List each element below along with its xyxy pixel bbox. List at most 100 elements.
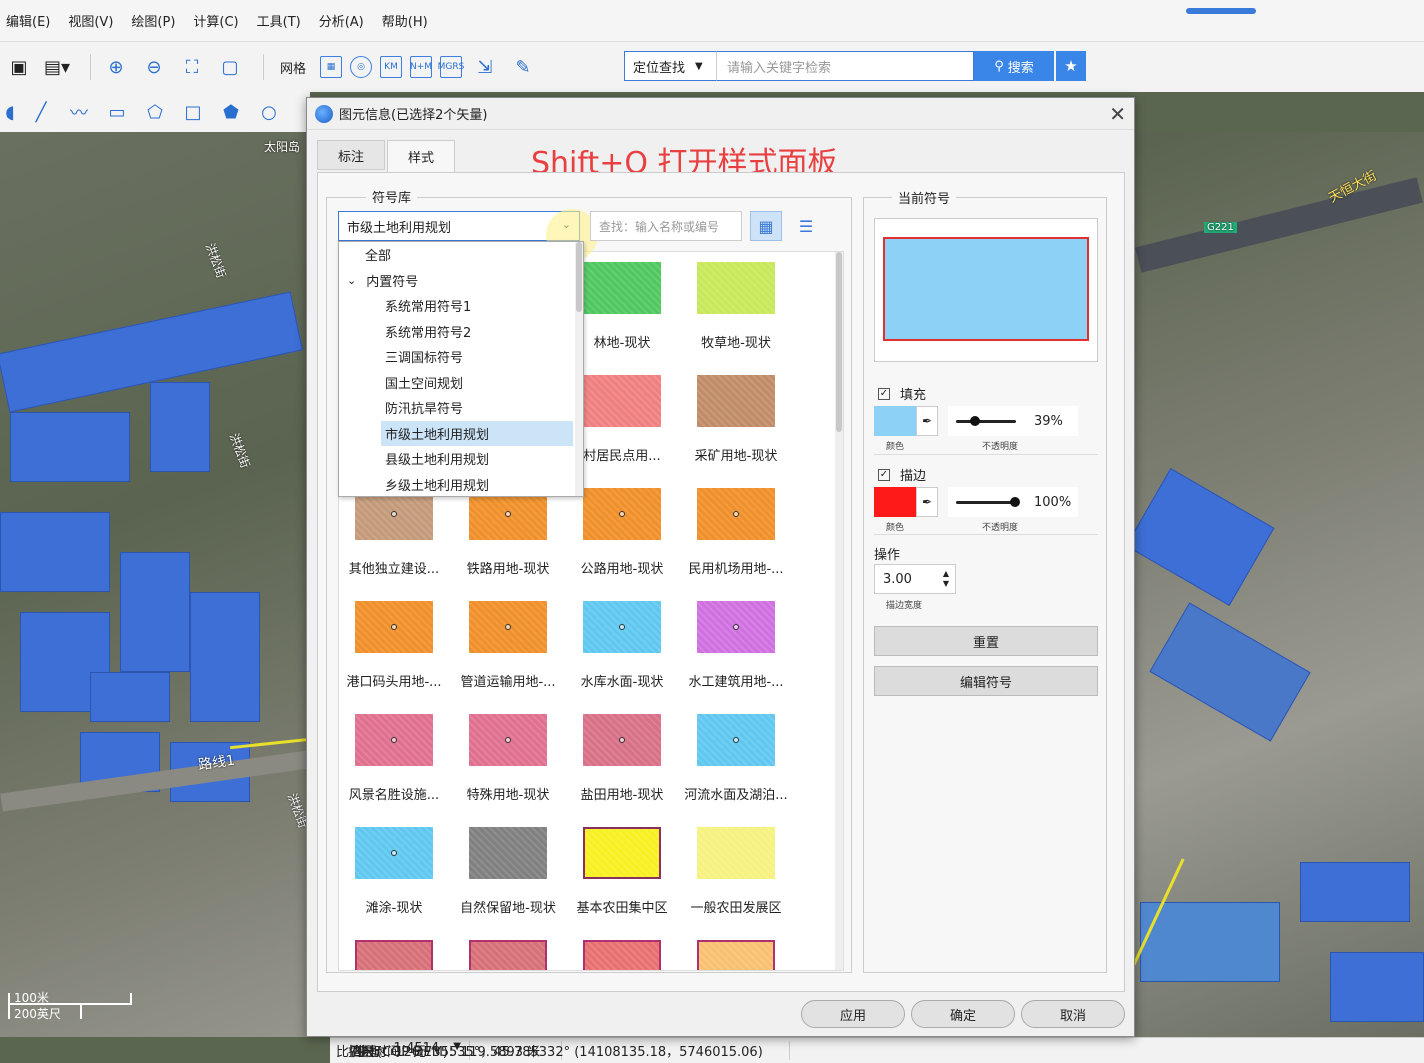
dropdown-scrollbar[interactable] bbox=[575, 242, 583, 496]
symbol-item[interactable]: 牧草地-现状 bbox=[679, 262, 793, 351]
eyedropper-icon[interactable]: ✒ bbox=[916, 487, 938, 517]
reset-button[interactable]: 重置 bbox=[874, 626, 1098, 656]
mgrs-grid-icon[interactable]: MGRS bbox=[438, 56, 464, 78]
dropdown-item[interactable]: 系统常用符号2 bbox=[339, 319, 583, 345]
square-tool-icon[interactable]: □ bbox=[178, 98, 208, 126]
menu-item[interactable]: 帮助(H) bbox=[382, 11, 428, 30]
dropdown-item[interactable]: 三调国标符号 bbox=[339, 344, 583, 370]
building-roof bbox=[90, 672, 170, 722]
scroll-thumb[interactable] bbox=[576, 242, 582, 312]
symbol-item[interactable]: 公路用地-现状 bbox=[565, 488, 679, 577]
symbol-item[interactable]: 一般农田发展区 bbox=[679, 827, 793, 916]
symbol-item[interactable]: 滩涂-现状 bbox=[339, 827, 451, 916]
apply-button[interactable]: 应用 bbox=[801, 1000, 905, 1028]
chevron-down-icon[interactable]: ⌄ bbox=[347, 274, 356, 287]
symbol-item[interactable]: 水库水面-现状 bbox=[565, 601, 679, 690]
symbol-label: 风景名胜设施... bbox=[348, 788, 440, 803]
dropdown-item[interactable]: 系统常用符号1 bbox=[339, 293, 583, 319]
favorite-star-icon[interactable]: ★ bbox=[1056, 51, 1086, 81]
symbol-item[interactable]: 盐田用地-现状 bbox=[565, 714, 679, 803]
scroll-thumb[interactable] bbox=[836, 252, 842, 432]
symbol-swatch bbox=[583, 827, 661, 879]
menu-item[interactable]: 绘图(P) bbox=[131, 11, 175, 30]
tab-style[interactable]: 样式 bbox=[387, 140, 455, 172]
dropdown-item[interactable]: 防汛抗旱符号 bbox=[339, 395, 583, 421]
spinner-arrows-icon[interactable]: ▲ ▼ bbox=[943, 569, 949, 589]
search-button[interactable]: ⚲ 搜索 bbox=[974, 51, 1054, 81]
symbol-item[interactable]: 风景名胜设施... bbox=[339, 714, 451, 803]
search-mode-select[interactable]: 定位查找 ▼ bbox=[624, 51, 716, 81]
dropdown-item[interactable]: 市级土地利用规划 bbox=[381, 420, 573, 446]
point-tool-icon[interactable]: ◖ bbox=[2, 98, 18, 126]
grid-scrollbar[interactable] bbox=[835, 252, 843, 970]
stroke-width-spinner[interactable]: 3.00 ▲ ▼ bbox=[874, 564, 956, 594]
slider-knob[interactable] bbox=[1010, 497, 1020, 507]
satellite-image-icon[interactable]: ▣ bbox=[4, 52, 34, 82]
symbol-item[interactable]: 其他独立建设... bbox=[339, 488, 451, 577]
zoom-in-icon[interactable]: ⊕ bbox=[101, 52, 131, 82]
search-input[interactable]: 请输入关键字检索 bbox=[716, 51, 974, 81]
symbol-item[interactable]: 基本农田集中区 bbox=[565, 827, 679, 916]
globe-grid-icon[interactable]: ◎ bbox=[350, 56, 373, 78]
freehand-tool-icon[interactable]: 〰 bbox=[64, 98, 94, 126]
dropdown-item[interactable]: 国土空间规划 bbox=[339, 370, 583, 396]
full-extent-icon[interactable]: ▢ bbox=[215, 52, 245, 82]
close-icon[interactable]: ✕ bbox=[1109, 102, 1126, 126]
line-tool-icon[interactable]: ╱ bbox=[26, 98, 56, 126]
symbol-item[interactable]: 铁路用地-现状 bbox=[451, 488, 565, 577]
clear-brush-icon[interactable]: ✎ bbox=[508, 52, 538, 82]
operation-label: 操作 bbox=[874, 548, 901, 563]
fill-opacity-slider[interactable]: 39% bbox=[948, 406, 1078, 436]
menu-item[interactable]: 计算(C) bbox=[193, 11, 238, 30]
symbol-item[interactable] bbox=[339, 940, 451, 970]
dropdown-item[interactable]: 乡级土地利用规划 bbox=[339, 472, 583, 497]
nm-grid-icon[interactable]: N+M bbox=[410, 56, 432, 78]
menu-item[interactable]: 分析(A) bbox=[319, 11, 364, 30]
symbol-item[interactable]: 管道运输用地-... bbox=[451, 601, 565, 690]
dropdown-item[interactable]: 全部 bbox=[339, 242, 583, 268]
zoom-out-icon[interactable]: ⊖ bbox=[139, 52, 169, 82]
grid-view-icon[interactable]: ▦ bbox=[750, 211, 782, 241]
stroke-checkbox[interactable]: ✓ 描边 bbox=[878, 465, 926, 484]
symbol-item[interactable]: 特殊用地-现状 bbox=[451, 714, 565, 803]
polygon-tool-icon[interactable]: ⬠ bbox=[140, 98, 170, 126]
symbol-item[interactable] bbox=[679, 940, 793, 970]
symbol-item[interactable]: 水工建筑用地-... bbox=[679, 601, 793, 690]
stroke-color-caption: 颜色 bbox=[886, 523, 905, 533]
image-layer-icon[interactable]: ▤▾ bbox=[42, 52, 72, 82]
symbol-item[interactable]: 自然保留地-现状 bbox=[451, 827, 565, 916]
fit-extent-icon[interactable]: ⛶ bbox=[177, 52, 207, 82]
stroke-color-button[interactable] bbox=[874, 487, 916, 517]
symbol-item[interactable] bbox=[451, 940, 565, 970]
symbol-item[interactable]: 河流水面及湖泊... bbox=[679, 714, 793, 803]
symbol-library-select[interactable]: 市级土地利用规划 ⌄ bbox=[338, 211, 580, 241]
fill-color-button[interactable] bbox=[874, 406, 916, 436]
eyedropper-icon[interactable]: ✒ bbox=[916, 406, 938, 436]
symbol-search-input[interactable]: 查找：输入名称或编号 bbox=[590, 211, 742, 241]
stroke-opacity-slider[interactable]: 100% bbox=[948, 487, 1078, 517]
list-view-icon[interactable]: ☰ bbox=[790, 211, 822, 241]
import-icon[interactable]: ⇲ bbox=[470, 52, 500, 82]
fill-checkbox[interactable]: ✓ 填充 bbox=[878, 384, 926, 403]
symbol-item[interactable]: 采矿用地-现状 bbox=[679, 375, 793, 464]
edit-symbol-button[interactable]: 编辑符号 bbox=[874, 666, 1098, 696]
slider-knob[interactable] bbox=[970, 416, 980, 426]
tab-label[interactable]: 标注 bbox=[317, 140, 385, 170]
symbol-item[interactable]: 民用机场用地-... bbox=[679, 488, 793, 577]
grid-icon[interactable]: ▦ bbox=[320, 56, 343, 78]
menu-item[interactable]: 视图(V) bbox=[68, 11, 113, 30]
dropdown-item[interactable]: ⌄ 内置符号 bbox=[339, 268, 583, 294]
symbol-item[interactable] bbox=[565, 940, 679, 970]
ok-button[interactable]: 确定 bbox=[911, 1000, 1015, 1028]
km-grid-icon[interactable]: KM bbox=[380, 56, 403, 78]
menu-item[interactable]: 工具(T) bbox=[257, 11, 301, 30]
building-roof bbox=[1330, 952, 1424, 1022]
dropdown-item[interactable]: 县级土地利用规划 bbox=[339, 446, 583, 472]
rectangle-tool-icon[interactable]: ▭ bbox=[102, 98, 132, 126]
symbol-item[interactable]: 港口码头用地-... bbox=[339, 601, 451, 690]
menu-item[interactable]: 编辑(E) bbox=[6, 11, 50, 30]
cancel-button[interactable]: 取消 bbox=[1021, 1000, 1125, 1028]
circle-tool-icon[interactable]: ○ bbox=[254, 98, 284, 126]
pentagon-tool-icon[interactable]: ⬟ bbox=[216, 98, 246, 126]
building-roof bbox=[1300, 862, 1410, 922]
